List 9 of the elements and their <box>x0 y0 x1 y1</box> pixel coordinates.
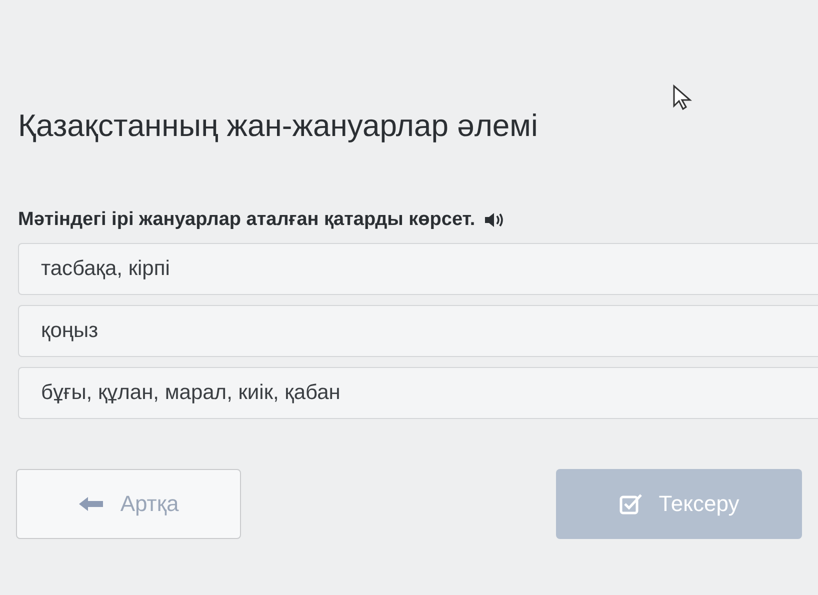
speaker-icon[interactable] <box>483 211 506 230</box>
answer-option[interactable]: тасбақа, кірпі <box>18 242 818 294</box>
pointer-icon <box>672 84 694 110</box>
question-text: Мәтіндегі ірі жануарлар аталған қатарды көрсет. <box>18 208 476 232</box>
answer-option[interactable]: бұғы, құлан, марал, киік, қабан <box>18 366 818 418</box>
answer-option[interactable]: қоңыз <box>18 304 818 356</box>
arrow-left-icon <box>78 496 104 512</box>
page-title: Қазақстанның жан-жануарлар әлемі <box>18 107 538 145</box>
checkbox-icon <box>618 492 643 514</box>
